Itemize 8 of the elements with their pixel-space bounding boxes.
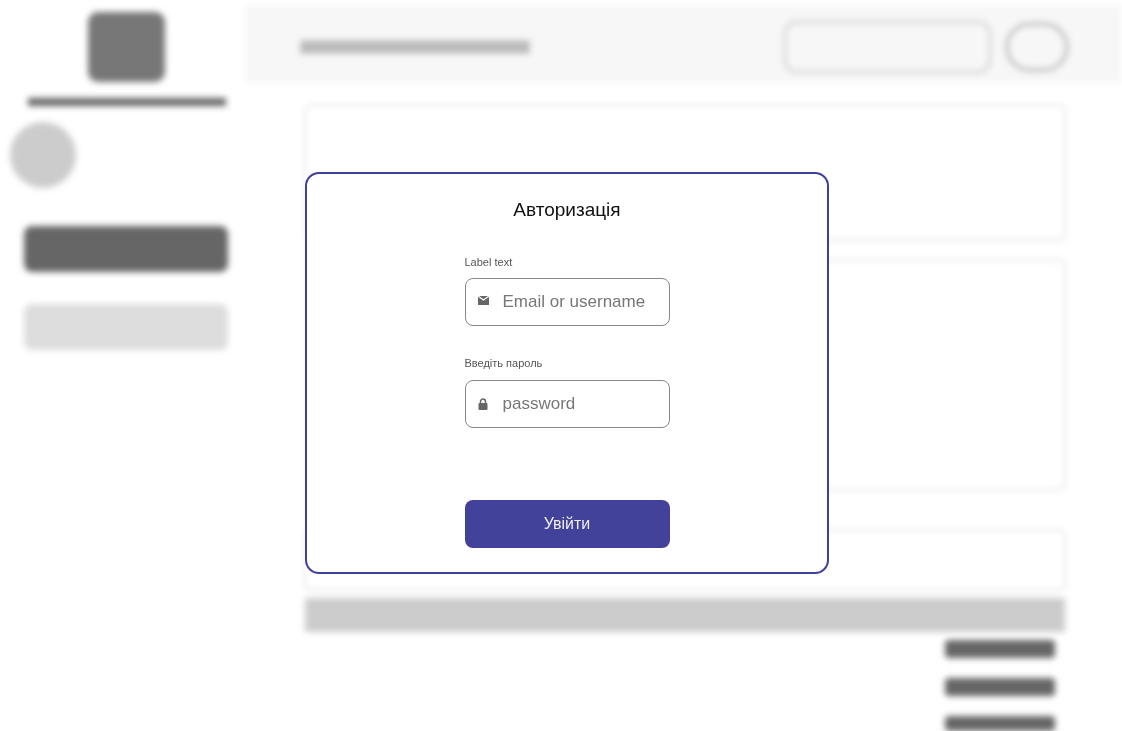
dialog-title: Авторизація [513, 198, 621, 222]
email-field[interactable]: Email or username [464, 278, 670, 326]
password-field[interactable]: password [464, 379, 670, 428]
field-label: Введіть пароль [464, 356, 543, 371]
login-button[interactable]: Увійти [464, 500, 670, 548]
lock-icon [477, 397, 488, 410]
field-label: Label text [464, 254, 513, 270]
envelope-icon [477, 296, 489, 305]
